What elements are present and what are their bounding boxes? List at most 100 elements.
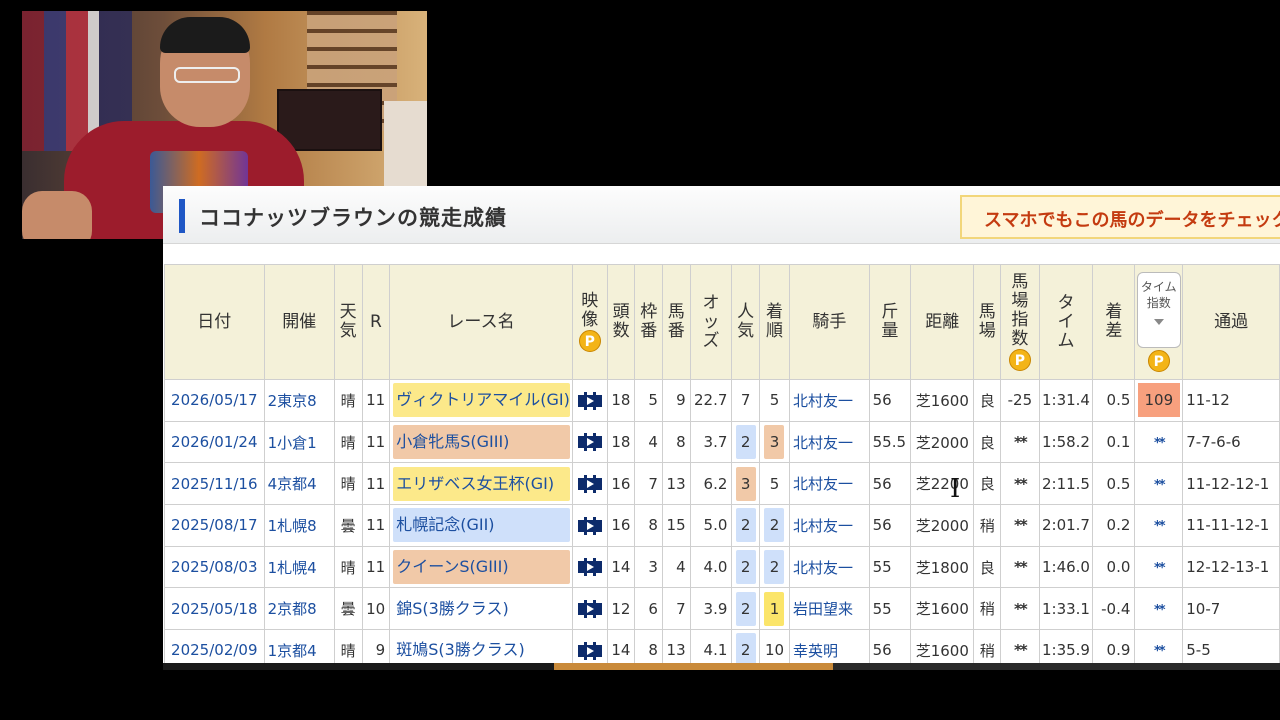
distance-cell: 芝1600	[910, 379, 975, 422]
jockey-link[interactable]: 北村友一	[789, 504, 870, 547]
col-distance[interactable]: 距離	[910, 264, 975, 380]
field-size-cell: 12	[606, 587, 636, 631]
race-name-link[interactable]: 小倉牝馬S(GIII)	[393, 425, 570, 460]
video-icon[interactable]	[577, 474, 602, 493]
race-date-link[interactable]: 2026/05/17	[164, 379, 265, 422]
col-weather[interactable]: 天気	[333, 264, 363, 380]
popularity-value: 2	[735, 508, 756, 543]
jockey-link[interactable]: 岩田望来	[789, 587, 870, 631]
col-race-no[interactable]: R	[361, 264, 391, 380]
popularity-cell: 2	[731, 504, 760, 547]
col-odds-label: オッズ	[702, 292, 720, 351]
distance-cell: 芝2000	[910, 504, 975, 547]
race-date-link[interactable]: 2025/08/03	[164, 545, 265, 589]
col-weight[interactable]: 斤量	[868, 264, 912, 380]
weather-cell: 曇	[333, 504, 363, 547]
video-cell	[571, 545, 608, 589]
track-index-cell: **	[1000, 545, 1040, 589]
race-date-link[interactable]: 2026/01/24	[164, 420, 265, 464]
col-popularity-label: 人気	[737, 302, 755, 341]
jockey-link[interactable]: 北村友一	[789, 462, 870, 506]
venue-link[interactable]: 2東京8	[263, 379, 335, 422]
col-margin[interactable]: 着差	[1092, 264, 1136, 380]
video-cell	[571, 379, 608, 422]
margin-cell: 0.0	[1092, 545, 1136, 589]
finish-cell: 2	[758, 504, 791, 547]
col-margin-label: 着差	[1105, 302, 1123, 341]
field-size-cell: 16	[606, 504, 636, 547]
col-passing[interactable]: 通過	[1182, 264, 1280, 380]
venue-link[interactable]: 1札幌4	[263, 545, 335, 589]
jockey-link[interactable]: 北村友一	[789, 545, 870, 589]
col-track-index[interactable]: 馬場指数 P	[1000, 264, 1040, 380]
finish-value: 2	[764, 508, 785, 543]
horse-number-cell: 7	[661, 587, 691, 631]
video-icon[interactable]	[577, 558, 602, 577]
col-gate[interactable]: 枠番	[634, 264, 663, 380]
time-index-cell: **	[1134, 587, 1184, 631]
race-date-link[interactable]: 2025/11/16	[164, 462, 265, 506]
video-icon[interactable]	[577, 641, 602, 660]
distance-cell: 芝2000	[910, 420, 975, 464]
col-time-index[interactable]: タイム 指数 P	[1134, 264, 1184, 380]
video-icon[interactable]	[577, 391, 602, 410]
col-weather-label: 天気	[339, 302, 357, 341]
race-date-link[interactable]: 2025/05/18	[164, 587, 265, 631]
race-date-link[interactable]: 2025/08/17	[164, 504, 265, 547]
popularity-cell: 3	[731, 462, 760, 506]
track-condition-cell: 稍	[973, 504, 1002, 547]
col-venue[interactable]: 開催	[263, 264, 335, 380]
weight-cell: 55	[868, 587, 912, 631]
col-date[interactable]: 日付	[164, 264, 265, 380]
horse-number-cell: 13	[661, 462, 691, 506]
time-index-sort-button[interactable]: タイム 指数	[1136, 272, 1181, 348]
venue-link[interactable]: 2京都8	[263, 587, 335, 631]
race-name-link[interactable]: エリザベス女王杯(GI)	[393, 466, 570, 501]
col-odds[interactable]: オッズ	[689, 264, 733, 380]
gate-cell: 5	[634, 379, 663, 422]
time-cell: 2:01.7	[1038, 504, 1094, 547]
col-field-size[interactable]: 頭数	[606, 264, 636, 380]
video-icon[interactable]	[577, 433, 602, 452]
col-track[interactable]: 馬場	[973, 264, 1002, 380]
weight-cell: 56	[868, 504, 912, 547]
col-time-label: タイム	[1057, 292, 1075, 351]
video-icon[interactable]	[577, 516, 602, 535]
webcam-person-hair	[160, 17, 250, 53]
race-name-link[interactable]: 錦S(3勝クラス)	[393, 592, 570, 626]
time-index-value: 109	[1137, 383, 1180, 418]
race-number-cell: 10	[361, 587, 391, 631]
video-icon[interactable]	[577, 600, 602, 619]
col-horse-no[interactable]: 馬番	[661, 264, 691, 380]
col-finish[interactable]: 着順	[758, 264, 791, 380]
race-number-cell: 11	[361, 504, 391, 547]
time-index-value: **	[1154, 436, 1166, 452]
col-race-name[interactable]: レース名	[389, 264, 573, 380]
horse-number-cell: 8	[661, 420, 691, 464]
time-cell: 2:11.5	[1038, 462, 1094, 506]
time-index-cell: **	[1134, 420, 1184, 464]
col-jockey[interactable]: 騎手	[789, 264, 870, 380]
venue-link[interactable]: 1札幌8	[263, 504, 335, 547]
race-number-cell: 11	[361, 379, 391, 422]
venue-link[interactable]: 4京都4	[263, 462, 335, 506]
popularity-value: 3	[735, 466, 756, 501]
table-row: 2025/11/16 4京都4 晴 11 エリザベス女王杯(GI) 16 7 13 6.2 3 5 北…	[164, 462, 1280, 506]
col-popularity[interactable]: 人気	[731, 264, 760, 380]
venue-link[interactable]: 1小倉1	[263, 420, 335, 464]
race-name-link[interactable]: ヴィクトリアマイル(GI)	[393, 383, 570, 418]
col-video[interactable]: 映像 P	[571, 264, 608, 380]
odds-cell: 6.2	[689, 462, 733, 506]
popularity-cell: 7	[731, 379, 760, 422]
race-name-link[interactable]: 札幌記念(GII)	[393, 508, 570, 543]
race-name-link[interactable]: クイーンS(GIII)	[393, 550, 570, 585]
video-cell	[571, 504, 608, 547]
mobile-check-banner[interactable]: スマホでもこの馬のデータをチェック	[960, 195, 1280, 239]
webcam-background-window	[384, 101, 427, 191]
col-time[interactable]: タイム	[1038, 264, 1094, 380]
race-name-cell: 錦S(3勝クラス)	[389, 587, 573, 631]
jockey-link[interactable]: 北村友一	[789, 379, 870, 422]
jockey-link[interactable]: 北村友一	[789, 420, 870, 464]
weather-cell: 晴	[333, 462, 363, 506]
time-index-label-1: タイム	[1140, 280, 1177, 294]
